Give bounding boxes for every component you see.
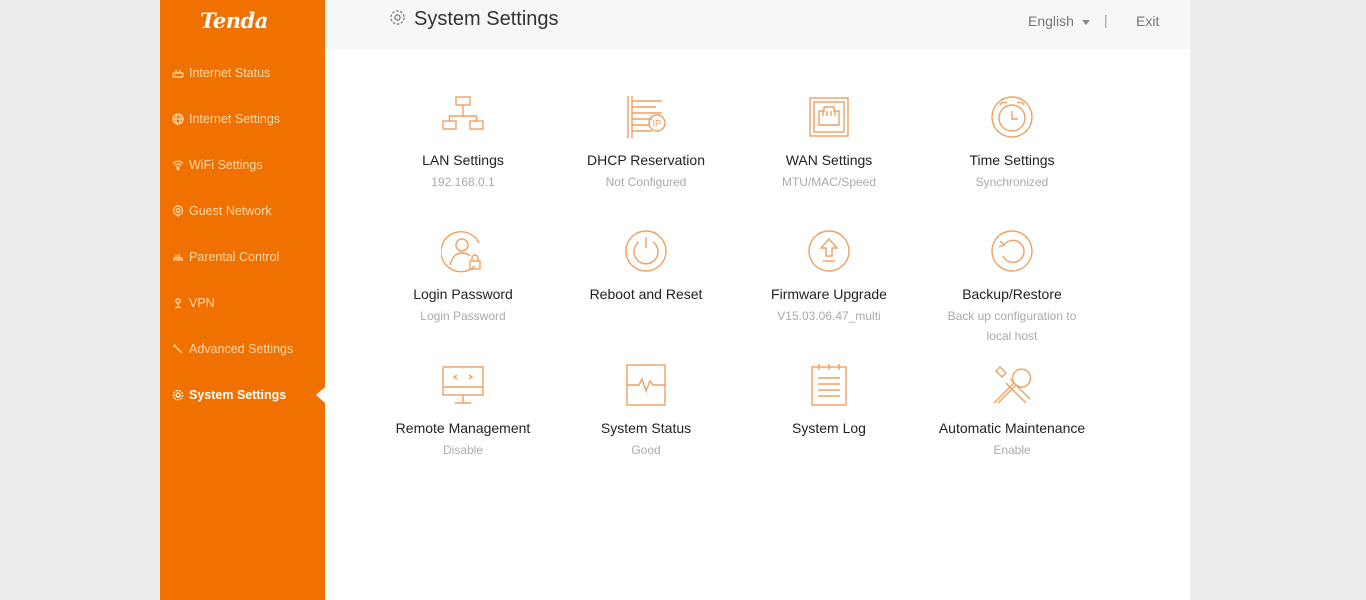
ethernet-port-icon [809,97,849,137]
pulse-icon [626,364,666,406]
svg-text:IP: IP [653,119,662,129]
sidebar-item-label: Parental Control [189,250,280,264]
tile-remote-management[interactable]: Remote Management Disable [379,363,547,460]
tile-backup-restore[interactable]: Backup/Restore Back up configuration to … [928,229,1096,346]
tile-reboot-reset[interactable]: Reboot and Reset [562,229,730,306]
tile-title: Login Password [413,286,513,302]
tile-login-password[interactable]: Login Password Login Password [379,229,547,326]
monitor-code-icon [442,366,484,404]
tile-subtitle: Enable [993,443,1031,457]
alarm-clock-icon [991,96,1033,138]
page-title-text: System Settings [414,8,559,30]
tile-title: Reboot and Reset [589,286,703,302]
tile-subtitle: V15.03.06.47_multi [777,309,881,323]
tile-subtitle: Synchronized [975,175,1049,189]
brand-logo: Tenda [200,8,268,33]
gear-icon [172,389,184,400]
tile-title: DHCP Reservation [586,152,705,168]
tile-wan-settings[interactable]: WAN Settings MTU/MAC/Speed [745,95,913,192]
sidebar-item-label: Advanced Settings [189,342,294,356]
restore-icon [991,230,1033,272]
header-bar: System Settings English | Exit [325,0,1190,49]
tile-title: Backup/Restore [962,286,1062,302]
sidebar-item-system-settings[interactable]: System Settings [160,372,325,418]
tile-system-log[interactable]: System Log [745,363,913,440]
sidebar-item-vpn[interactable]: VPN [160,280,325,326]
tile-title: Remote Management [395,420,531,436]
header-separator: | [1104,12,1108,28]
tile-title: Automatic Maintenance [938,420,1086,436]
sidebar-item-label: VPN [189,296,215,310]
lan-topology-icon [442,96,484,130]
main-content: System Settings English | Exit LAN Setti… [325,0,1190,600]
sidebar-item-label: WiFi Settings [189,158,263,172]
sidebar: Tenda Internet Status Internet Settings … [160,0,325,600]
page-title: System Settings [389,8,559,31]
tile-subtitle: Good [631,443,661,457]
tile-title: System Status [600,420,692,436]
user-lock-icon [441,231,481,273]
wifi-icon [172,160,184,171]
tile-lan-settings[interactable]: LAN Settings 192.168.0.1 [379,95,547,192]
exit-link[interactable]: Exit [1136,13,1159,29]
sidebar-item-label: Guest Network [189,204,272,218]
tile-automatic-maintenance[interactable]: Automatic Maintenance Enable [928,363,1096,460]
tile-subtitle: Back up configuration to local host [947,309,1077,343]
tile-title: WAN Settings [785,152,873,168]
tile-subtitle: Disable [442,443,484,457]
tile-title: Firmware Upgrade [771,286,887,302]
sidebar-item-label: Internet Settings [189,112,281,126]
parental-icon [173,253,183,261]
power-icon [625,230,667,272]
notepad-icon [811,364,847,406]
sidebar-nav: Internet Status Internet Settings WiFi S… [160,50,325,418]
tile-firmware-upgrade[interactable]: Firmware Upgrade V15.03.06.47_multi [745,229,913,326]
sidebar-item-internet-status[interactable]: Internet Status [160,50,325,96]
sidebar-item-advanced-settings[interactable]: Advanced Settings [160,326,325,372]
tile-subtitle: Login Password [420,309,506,323]
vpn-icon [175,297,181,308]
upgrade-arrow-icon [808,230,850,272]
tile-system-status[interactable]: System Status Good [562,363,730,460]
wrench-icon [173,343,183,354]
gear-icon [390,10,405,25]
tile-subtitle: 192.168.0.1 [431,175,495,189]
tile-title: LAN Settings [422,152,504,168]
tile-subtitle: MTU/MAC/Speed [781,175,877,189]
sidebar-item-label: System Settings [189,388,287,402]
dhcp-ip-icon: IP [627,96,666,138]
tile-title: Time Settings [969,152,1055,168]
tile-title: System Log [792,420,866,436]
sidebar-item-parental-control[interactable]: Parental Control [160,234,325,280]
sidebar-item-internet-settings[interactable]: Internet Settings [160,96,325,142]
sidebar-item-wifi-settings[interactable]: WiFi Settings [160,142,325,188]
sidebar-item-guest-network[interactable]: Guest Network [160,188,325,234]
guest-icon [172,205,184,217]
caret-down-icon [1081,19,1090,25]
tile-time-settings[interactable]: Time Settings Synchronized [928,95,1096,192]
tile-dhcp-reservation[interactable]: IP DHCP Reservation Not Configured [562,95,730,192]
tile-subtitle: Not Configured [605,175,687,189]
globe-icon [172,113,184,125]
tools-icon [993,366,1032,404]
language-select[interactable]: English [1028,13,1090,29]
router-icon [172,69,184,78]
sidebar-item-label: Internet Status [189,66,271,80]
language-label: English [1028,13,1074,29]
